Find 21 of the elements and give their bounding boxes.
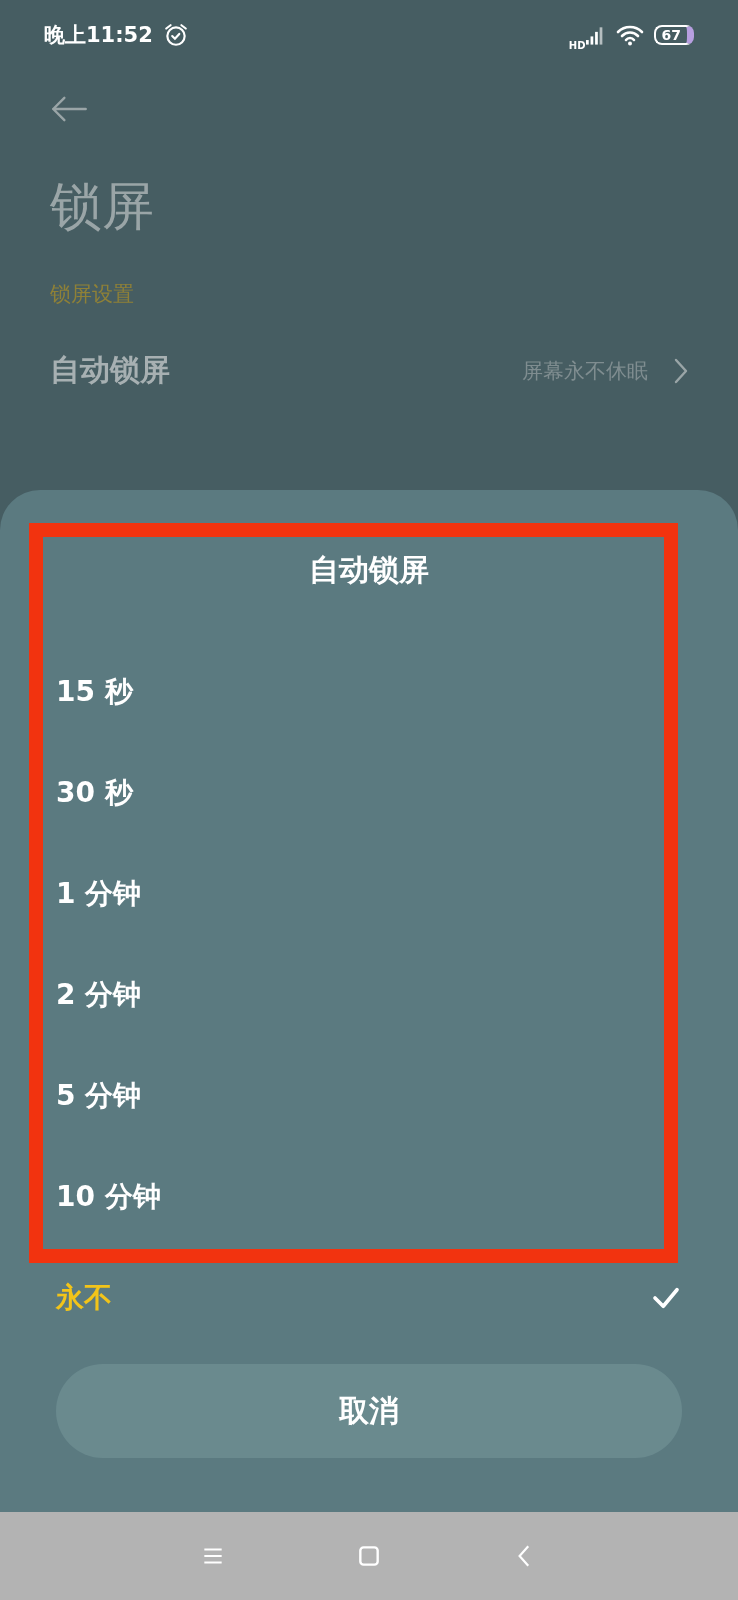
chevron-right-icon bbox=[674, 357, 688, 384]
cancel-button[interactable]: 取消 bbox=[56, 1364, 682, 1458]
home-icon[interactable] bbox=[356, 1543, 382, 1569]
option-item[interactable]: 1 分钟 bbox=[56, 843, 682, 944]
back-arrow-icon[interactable] bbox=[50, 96, 88, 122]
sheet-title: 自动锁屏 bbox=[308, 551, 430, 589]
alarm-clock-icon bbox=[162, 22, 189, 48]
section-header: 锁屏设置 bbox=[50, 281, 135, 308]
option-item[interactable]: 2 分钟 bbox=[56, 944, 682, 1045]
page-title: 锁屏 bbox=[50, 175, 155, 238]
network-type-label: HD bbox=[568, 39, 586, 51]
battery-indicator: 67 bbox=[653, 25, 694, 45]
checkmark-icon bbox=[652, 1286, 680, 1309]
status-time: 晚上11:52 bbox=[44, 22, 153, 49]
option-item[interactable]: 10 分钟 bbox=[56, 1146, 682, 1247]
option-item[interactable]: 永不 bbox=[56, 1247, 682, 1348]
option-item[interactable]: 30 秒 bbox=[56, 742, 682, 843]
option-item[interactable]: 5 分钟 bbox=[56, 1045, 682, 1146]
option-item[interactable]: 15 秒 bbox=[56, 641, 682, 742]
wifi-icon bbox=[615, 24, 644, 46]
settings-row[interactable]: 自动锁屏 屏幕永不休眠 bbox=[50, 350, 688, 391]
